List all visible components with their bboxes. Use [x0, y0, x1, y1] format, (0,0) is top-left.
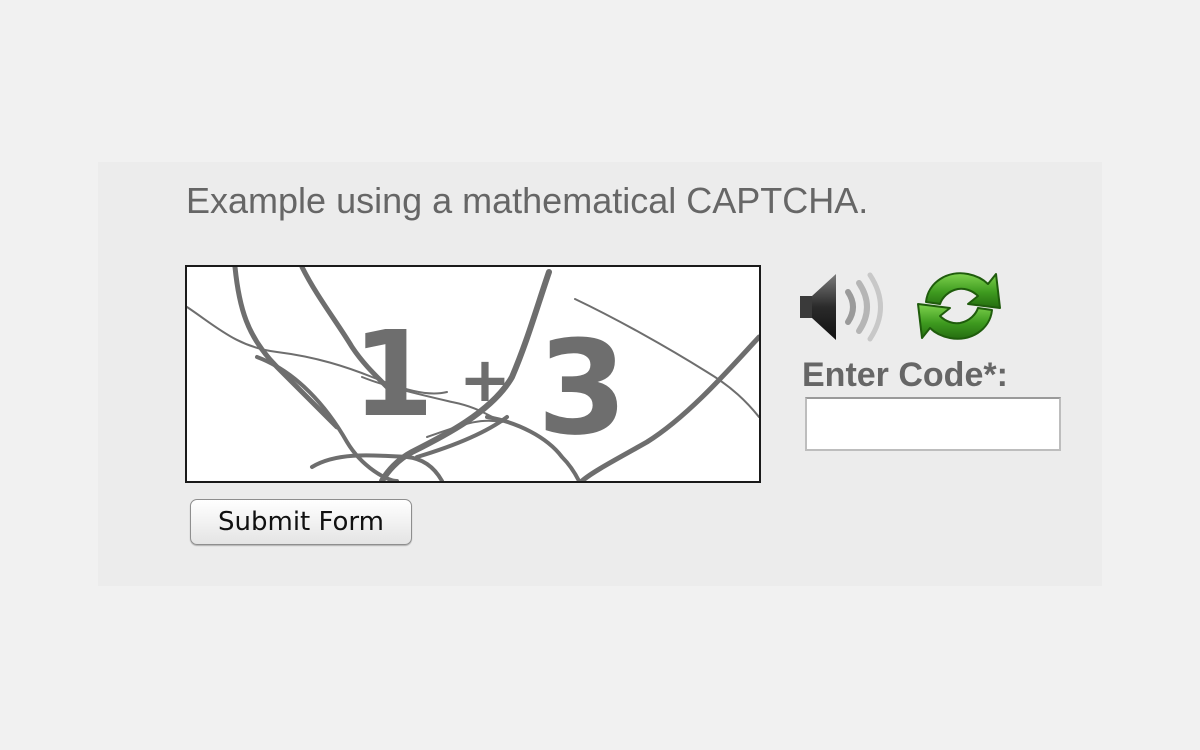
captcha-noise-canvas: 1 + 3: [187, 267, 759, 481]
captcha-digit-left: 1: [352, 305, 434, 443]
submit-form-button[interactable]: Submit Form: [190, 499, 412, 545]
page-heading: Example using a mathematical CAPTCHA.: [186, 180, 869, 221]
captcha-digit-right: 3: [537, 312, 627, 464]
audio-captcha-button[interactable]: [796, 268, 888, 346]
captcha-operator: +: [459, 343, 511, 416]
refresh-captcha-button[interactable]: [912, 262, 1006, 350]
captcha-image: 1 + 3: [185, 265, 761, 483]
captcha-code-input[interactable]: [805, 397, 1061, 451]
enter-code-label: Enter Code*:: [802, 356, 1008, 394]
speaker-icon: [800, 272, 883, 342]
refresh-icon: [917, 272, 1001, 340]
